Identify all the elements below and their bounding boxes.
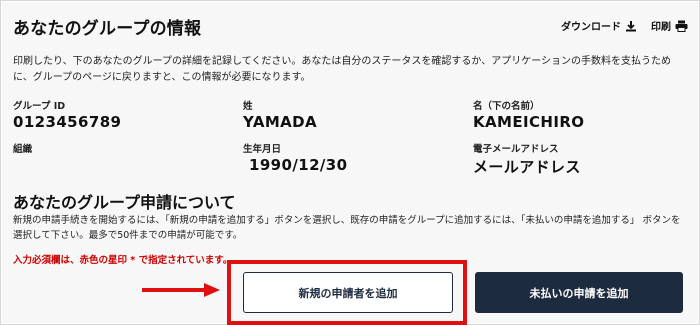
group-id-label: グループ ID [13,101,66,112]
applications-description: 新規の申請手続きを開始するには、「新規の申請を追加する」ボタンを選択し、既存の申… [13,215,681,241]
group-id-field: グループ ID 0123456789 [13,98,121,131]
download-button[interactable]: ダウンロード [561,18,637,33]
group-id-value: 0123456789 [13,113,122,131]
arrow-pointer [142,282,222,301]
intro-text: 印刷したり、下のあなたのグループの詳細を記録してください。あなたは自分のステータ… [13,56,671,83]
first-name-value: KAMEICHIRO [473,113,585,131]
first-name-label: 名（下の名前） [473,101,540,112]
birthdate-field: 生年月日 1990/12/30 [243,141,347,174]
first-name-field: 名（下の名前） KAMEICHIRO [473,98,584,131]
download-label: ダウンロード [561,22,621,33]
print-icon [675,20,688,32]
print-label: 印刷 [651,22,671,33]
email-value: メールアドレス [473,158,581,176]
last-name-label: 姓 [243,101,253,112]
toolbar: ダウンロード 印刷 [561,18,688,33]
applications-title: あなたのグループ申請について [13,193,236,212]
group-info-card: あなたのグループの情報 ダウンロード 印刷 印刷したり、下のあなたのグループの詳… [2,2,698,325]
organization-field: 組織 [13,141,32,156]
download-icon [625,20,637,32]
organization-label: 組織 [13,144,33,155]
print-button[interactable]: 印刷 [651,18,688,33]
add-new-applicant-button[interactable]: 新規の申請者を追加 [243,272,453,313]
last-name-value: YAMADA [243,113,318,131]
page-title: あなたのグループの情報 [13,19,202,39]
required-note: 入力必須欄は、赤色の星印 * で指定されています。 [13,255,233,266]
birthdate-value: 1990/12/30 [249,156,348,174]
email-field: 電子メールアドレス メールアドレス [473,141,581,177]
email-label: 電子メールアドレス [473,144,559,155]
last-name-field: 姓 YAMADA [243,98,317,131]
birthdate-label: 生年月日 [243,144,282,155]
add-unpaid-application-button[interactable]: 未払いの申請を追加 [475,272,683,313]
